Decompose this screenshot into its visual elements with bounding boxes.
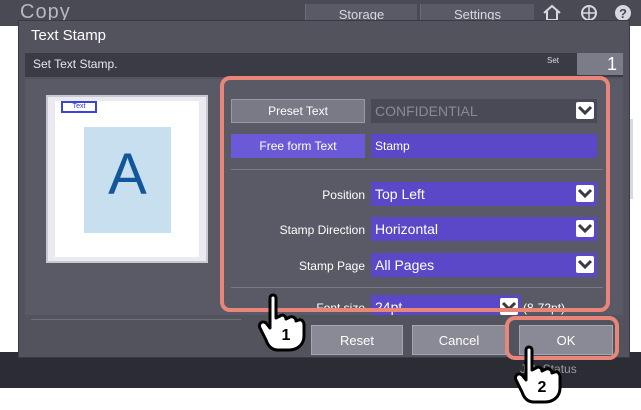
- preview-letter: A: [108, 142, 147, 207]
- reset-button[interactable]: Reset: [311, 325, 403, 355]
- stamp-preview: Text A: [46, 95, 208, 263]
- svg-text:?: ?: [619, 6, 627, 21]
- preview-page: A: [84, 127, 171, 233]
- settings-highlight: [220, 76, 610, 312]
- footer-divider: [31, 319, 241, 320]
- set-label: Set: [547, 56, 560, 65]
- cancel-button[interactable]: Cancel: [412, 325, 506, 355]
- scrollbar[interactable]: [630, 119, 633, 199]
- dialog-title: Text Stamp: [31, 27, 107, 44]
- preview-paper: Text A: [55, 101, 199, 257]
- preview-stamp-tag: Text: [61, 101, 97, 113]
- step-1-number: 1: [282, 327, 291, 344]
- set-count: 1: [577, 53, 623, 75]
- pointing-hand-icon: 1: [256, 292, 308, 357]
- step-2-number: 2: [538, 379, 547, 396]
- dialog-subtitle: Set Text Stamp.: [33, 57, 118, 71]
- dialog-subtitle-bar: Set Text Stamp. Set 1: [25, 53, 623, 77]
- pointing-hand-icon: 2: [512, 344, 564, 409]
